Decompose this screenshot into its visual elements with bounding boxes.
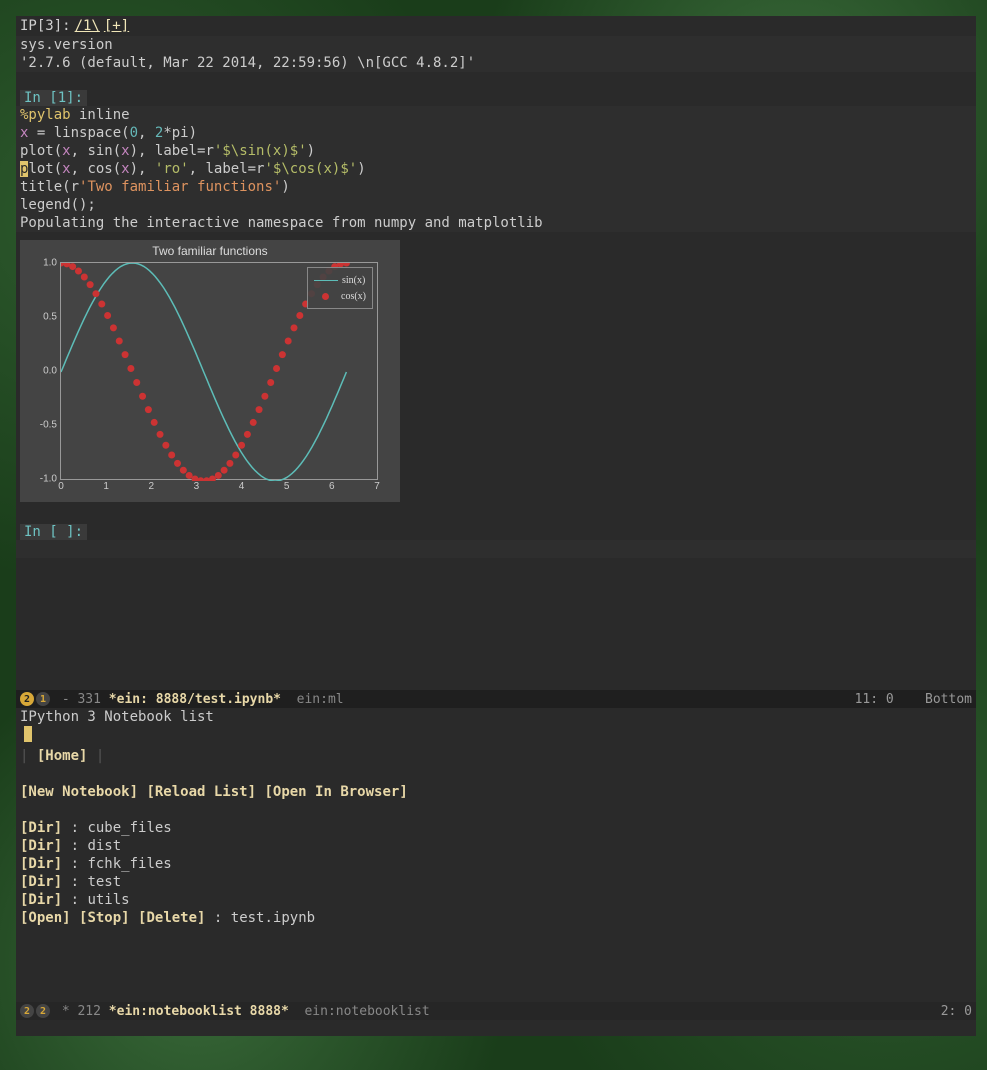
dir-button[interactable]: [Dir] <box>20 856 62 872</box>
list-item: [Dir] : fchk_files <box>16 855 976 873</box>
dir-name: dist <box>87 838 121 854</box>
dir-button[interactable]: [Dir] <box>20 838 62 854</box>
top-pane: IP[3]: /1\ [+] sys.version '2.7.6 (defau… <box>16 16 976 690</box>
list-item: [Dir] : cube_files <box>16 819 976 837</box>
modeline-badge: 1 <box>36 692 50 706</box>
legend-label: sin(x) <box>342 275 365 286</box>
empty-cell[interactable]: In [ ]: <box>16 524 976 558</box>
home-line: | [Home] | <box>16 747 976 765</box>
x-tick: 4 <box>239 481 245 492</box>
plot-area: 1.0 0.5 0.0 -0.5 -1.0 0 1 2 3 4 5 6 7 <box>60 262 378 480</box>
legend-cos: cos(x) <box>314 288 366 304</box>
nb-action-button[interactable]: [Open] <box>20 910 71 926</box>
tab-line: IP[3]: /1\ [+] <box>16 16 976 36</box>
new-notebook-button[interactable]: [New Notebook] <box>20 784 138 800</box>
cell1-output: Populating the interactive namespace fro… <box>16 214 976 232</box>
x-tick: 7 <box>374 481 380 492</box>
dir-name: utils <box>87 892 129 908</box>
minibuffer[interactable] <box>16 1020 976 1036</box>
modeline-badge: 2 <box>36 1004 50 1018</box>
tab-ip-label: IP[3]: <box>20 18 71 34</box>
list-item: [Dir] : dist <box>16 837 976 855</box>
cell-1[interactable]: In [1]: %pylab inline x = linspace(0, 2*… <box>16 90 976 502</box>
modeline-linecol: 2: 0 <box>941 1004 972 1019</box>
list-item: [Dir] : utils <box>16 891 976 909</box>
y-tick: 0.0 <box>43 366 57 377</box>
modeline-right: 2: 0 <box>894 989 972 1034</box>
modeline-buffer: *ein:notebooklist 8888* <box>109 1004 289 1019</box>
sys-cell[interactable]: sys.version '2.7.6 (default, Mar 22 2014… <box>16 36 976 72</box>
modeline-badge: 2 <box>20 1004 34 1018</box>
emacs-window: IP[3]: /1\ [+] sys.version '2.7.6 (defau… <box>16 16 976 1036</box>
list-item: [Open] [Stop] [Delete] : test.ipynb <box>16 909 976 927</box>
y-tick: -1.0 <box>40 474 57 485</box>
in-prompt-empty: In [ ]: <box>20 524 87 540</box>
code-line[interactable]: plot(x, sin(x), label=r'$\sin(x)$') <box>16 142 976 160</box>
sin-line <box>61 263 346 481</box>
modeline-linecol: 11: 0 <box>855 692 894 707</box>
legend-sin: sin(x) <box>314 272 366 288</box>
home-button[interactable]: [Home] <box>37 748 88 764</box>
open-browser-button[interactable]: [Open In Browser] <box>264 784 407 800</box>
nb-actions-line: [New Notebook] [Reload List] [Open In Br… <box>16 783 976 801</box>
reload-list-button[interactable]: [Reload List] <box>146 784 256 800</box>
x-tick: 0 <box>58 481 64 492</box>
tab-1[interactable]: /1\ <box>75 18 100 34</box>
code-line[interactable]: %pylab inline <box>16 106 976 124</box>
list-item: [Dir] : test <box>16 873 976 891</box>
dir-name: fchk_files <box>87 856 171 872</box>
sys-version-output: '2.7.6 (default, Mar 22 2014, 22:59:56) … <box>16 54 976 72</box>
x-tick: 6 <box>329 481 335 492</box>
modeline-badge: 2 <box>20 692 34 706</box>
nb-name: test.ipynb <box>231 910 315 926</box>
dir-button[interactable]: [Dir] <box>20 874 62 890</box>
y-tick: 0.5 <box>43 312 57 323</box>
code-line[interactable]: legend(); <box>16 196 976 214</box>
nb-items: [Dir] : cube_files [Dir] : dist [Dir] : … <box>16 819 976 927</box>
nb-action-button[interactable]: [Delete] <box>138 910 205 926</box>
chart-legend: sin(x) cos(x) <box>307 267 373 309</box>
legend-label: cos(x) <box>341 291 366 302</box>
code-line[interactable]: x = linspace(0, 2*pi) <box>16 124 976 142</box>
x-tick: 5 <box>284 481 290 492</box>
modeline-mode: ein:notebooklist <box>289 1004 430 1019</box>
dir-name: cube_files <box>87 820 171 836</box>
cursor-line <box>16 726 976 747</box>
legend-line-icon <box>314 280 338 281</box>
modeline-sep: * 212 <box>54 1004 109 1019</box>
modeline-top: 2 1 - 331 *ein: 8888/test.ipynb* ein:ml … <box>16 690 976 708</box>
modeline-bottom: 2 2 * 212 *ein:notebooklist 8888* ein:no… <box>16 1002 976 1020</box>
chart-title: Two familiar functions <box>20 244 400 258</box>
modeline-right: 11: 0 Bottom <box>808 677 972 722</box>
y-tick: 1.0 <box>43 258 57 269</box>
dir-button[interactable]: [Dir] <box>20 820 62 836</box>
x-tick: 1 <box>103 481 109 492</box>
bottom-pane: IPython 3 Notebook list | [Home] | [New … <box>16 708 976 1002</box>
chart: Two familiar functions 1.0 0.5 0.0 -0.5 … <box>20 240 400 502</box>
dir-name: test <box>87 874 121 890</box>
cursor-icon <box>24 726 32 742</box>
modeline-scroll: Bottom <box>925 692 972 707</box>
sys-version-code: sys.version <box>16 36 976 54</box>
code-line[interactable]: plot(x, cos(x), 'ro', label=r'$\cos(x)$'… <box>16 160 976 178</box>
modeline-mode: ein:ml <box>281 692 344 707</box>
code-line[interactable]: title(r'Two familiar functions') <box>16 178 976 196</box>
tab-plus[interactable]: [+] <box>104 18 129 34</box>
in-prompt-1: In [1]: <box>20 90 87 106</box>
x-tick: 3 <box>194 481 200 492</box>
legend-dot-icon <box>322 293 329 300</box>
x-tick: 2 <box>148 481 154 492</box>
modeline-sep: - 331 <box>54 692 109 707</box>
dir-button[interactable]: [Dir] <box>20 892 62 908</box>
nb-action-button[interactable]: [Stop] <box>79 910 130 926</box>
modeline-buffer: *ein: 8888/test.ipynb* <box>109 692 281 707</box>
y-tick: -0.5 <box>40 420 57 431</box>
